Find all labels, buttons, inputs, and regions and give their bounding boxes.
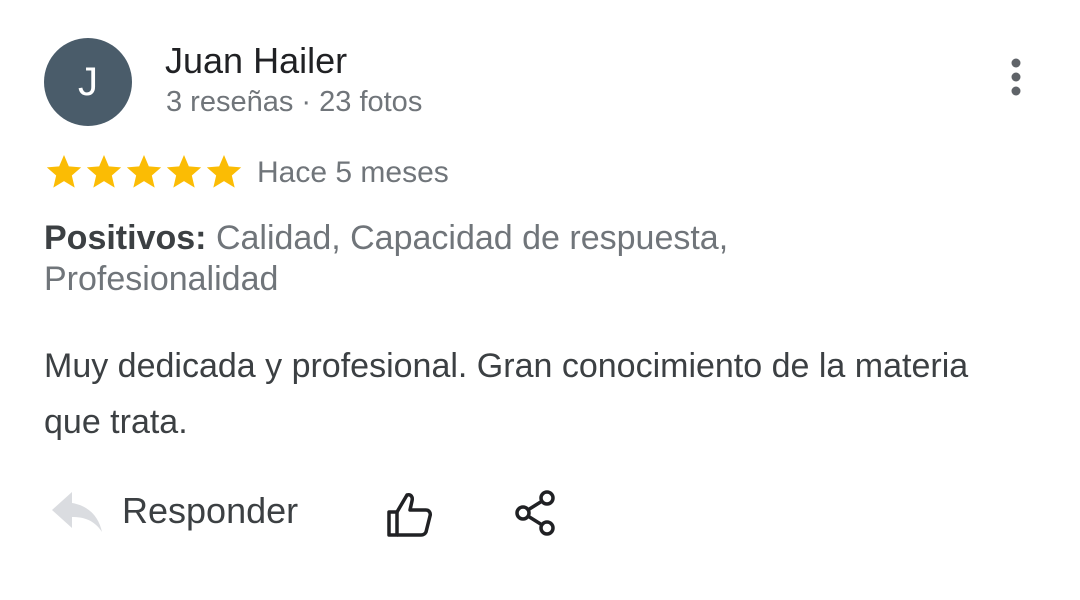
- author-meta: 3 reseñas · 23 fotos: [166, 86, 423, 118]
- reply-button[interactable]: Responder: [50, 488, 298, 534]
- more-vert-icon: [1011, 58, 1021, 96]
- positives: Positivos: Calidad, Capacidad de respues…: [44, 218, 844, 300]
- star-rating: [44, 152, 244, 192]
- star-icon: [86, 155, 122, 188]
- reply-arrow-icon: [52, 492, 102, 532]
- review-text: Muy dedicada y profesional. Gran conocim…: [44, 347, 969, 441]
- star-icon: [166, 155, 202, 188]
- star-icon: [206, 155, 242, 188]
- star-icon: [46, 155, 82, 188]
- thumbs-up-icon: [387, 493, 432, 537]
- positives-label: Positivos:: [44, 219, 207, 257]
- avatar[interactable]: J: [44, 38, 132, 126]
- review-date: Hace 5 meses: [257, 156, 449, 189]
- share-icon: [515, 490, 555, 536]
- more-options-button[interactable]: [994, 52, 1038, 102]
- author-name[interactable]: Juan Hailer: [165, 40, 347, 82]
- avatar-initial: J: [78, 59, 98, 104]
- star-icon: [126, 155, 162, 188]
- reply-label: Responder: [122, 490, 299, 531]
- like-button[interactable]: [384, 490, 434, 540]
- share-button[interactable]: [510, 488, 560, 538]
